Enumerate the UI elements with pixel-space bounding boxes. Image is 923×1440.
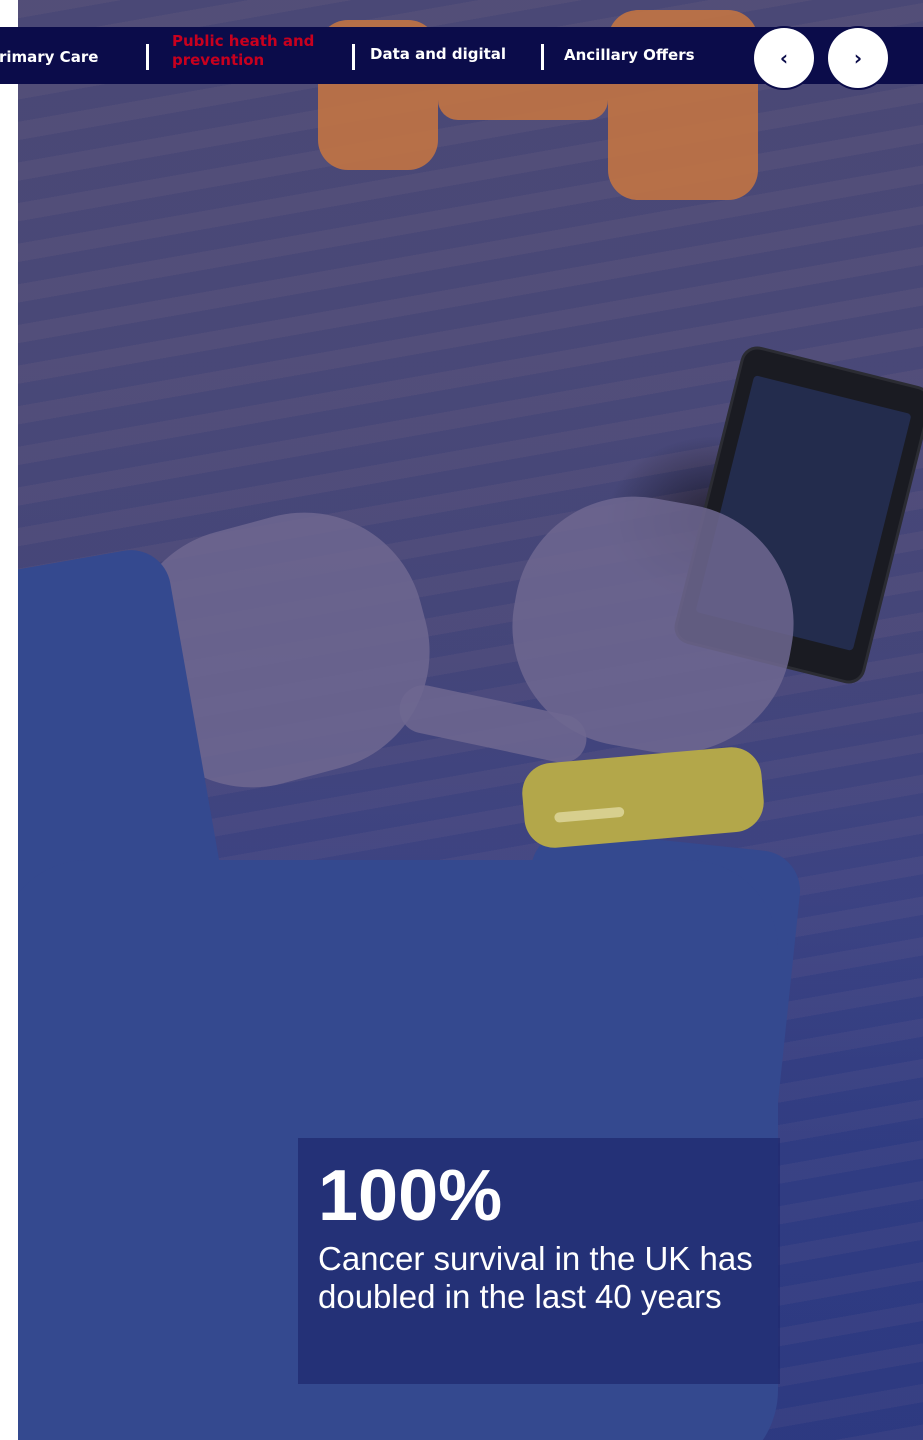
- stat-number: 100%: [318, 1156, 503, 1236]
- prev-button[interactable]: ‹: [754, 28, 814, 88]
- nav-item-public-health[interactable]: Public heath and prevention: [172, 32, 327, 70]
- nav-separator: [541, 44, 544, 70]
- stat-description: Cancer survival in the UK has doubled in…: [318, 1240, 753, 1315]
- stat-card: 100% Cancer survival in the UK has doubl…: [298, 1138, 780, 1384]
- chevron-right-icon: ›: [853, 46, 863, 70]
- chevron-left-icon: ‹: [779, 46, 789, 70]
- nav-item-data-and-digital[interactable]: Data and digital: [370, 45, 506, 63]
- next-button[interactable]: ›: [828, 28, 888, 88]
- nav-separator: [352, 44, 355, 70]
- nav-item-ancillary-offers[interactable]: Ancillary Offers: [564, 46, 695, 64]
- nav-separator: [146, 44, 149, 70]
- nav-item-primary-care[interactable]: Primary Care: [0, 48, 98, 66]
